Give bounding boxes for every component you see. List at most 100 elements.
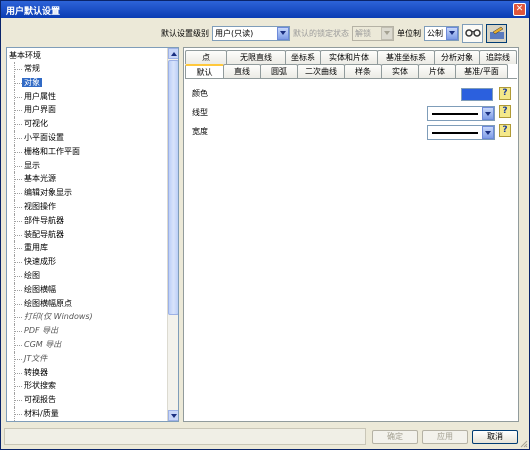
toolbar: 默认设置级别 用户(只读) 默认的锁定状态 解锁 单位制 公制 (161, 23, 507, 43)
tab-row1-1[interactable]: 无限直线 (226, 50, 286, 64)
category-tree[interactable]: 基本环境 常规 对象 用户属性用户界面可视化小平面设置栅格和工作平面 显示基本光源编辑… (6, 47, 179, 422)
tab-row2-7[interactable]: 基准/平面 (455, 64, 508, 78)
tab-row1-2[interactable]: 坐标系 (285, 50, 321, 64)
lock-select: 解锁 (352, 25, 394, 41)
color-label: 颜色 (192, 89, 208, 98)
tree-item[interactable]: 绘图横幅原点 (7, 296, 168, 311)
tree-items: 常规 对象 用户属性用户界面可视化小平面设置栅格和工作平面 显示基本光源编辑对象显示视… (7, 62, 168, 421)
tab-row2-6[interactable]: 片体 (418, 64, 456, 78)
tree-item[interactable]: 栅格和工作平面 (7, 144, 168, 159)
tree-item[interactable]: 用户界面 (7, 103, 168, 117)
tree-item[interactable]: PDF 导出 (7, 324, 168, 338)
level-select[interactable]: 用户(只读) (212, 25, 290, 41)
tree-item[interactable]: 小平面设置 (7, 130, 168, 145)
tree-item-label: 小平面设置 (24, 132, 64, 142)
eyeglasses-icon[interactable] (462, 23, 483, 43)
tree-item-label: 快速成形 (24, 257, 56, 267)
tree-item[interactable]: JT文件 (7, 351, 168, 366)
chevron-down-icon (381, 26, 393, 40)
help-icon[interactable]: ? (499, 124, 511, 137)
tab-row2-0[interactable]: 默认 (185, 64, 224, 78)
width-label: 宽度 (192, 127, 208, 136)
tree-root[interactable]: 基本环境 (9, 50, 41, 61)
chevron-down-icon[interactable] (482, 107, 494, 120)
tab-row1-0[interactable]: 点 (185, 50, 227, 64)
tree-item[interactable]: 用户属性 (7, 89, 168, 104)
title-bar: 用户默认设置 ✕ (1, 1, 529, 18)
scroll-up-icon[interactable] (168, 48, 178, 59)
tree-item-label: 打印(仅 Windows) (24, 312, 93, 322)
tree-item-label: JT文件 (24, 353, 48, 363)
tree-item-label: 形状搜索 (24, 381, 56, 391)
status-bar (4, 428, 366, 445)
tab-row1-5[interactable]: 分析对象 (434, 50, 480, 64)
tree-item[interactable]: 绘图 (7, 268, 168, 283)
tree-item-label: 转换器 (24, 367, 48, 377)
tab-row2-4[interactable]: 样条 (344, 64, 382, 78)
tab-row2-5[interactable]: 实体 (381, 64, 419, 78)
tree-item-label: 用户属性 (24, 91, 56, 101)
help-icon[interactable]: ? (499, 105, 511, 118)
tree-item[interactable]: 基本光源 (7, 172, 168, 186)
tab-row1-4[interactable]: 基准坐标系 (377, 50, 435, 64)
level-value: 用户(只读) (215, 28, 254, 38)
tab-row2-3[interactable]: 二次曲线 (297, 64, 345, 78)
chevron-down-icon[interactable] (482, 126, 494, 139)
width-preview (432, 132, 478, 134)
tree-item[interactable]: 材料/质量 (7, 406, 168, 421)
help-icon[interactable]: ? (499, 87, 511, 100)
tree-item[interactable]: 编辑对象显示 (7, 186, 168, 200)
tree-scrollbar[interactable] (167, 48, 178, 421)
chevron-down-icon[interactable] (277, 26, 289, 40)
width-select[interactable] (427, 125, 495, 140)
close-icon[interactable]: ✕ (513, 3, 526, 16)
tree-item-label: 绘图横幅原点 (24, 298, 72, 308)
tab-row1-3[interactable]: 实体和片体 (320, 50, 378, 64)
tree-item[interactable]: 重用库 (7, 241, 168, 255)
tab-row2-2[interactable]: 圆弧 (260, 64, 298, 78)
tab-row2-1[interactable]: 直线 (223, 64, 261, 78)
chevron-down-icon[interactable] (446, 26, 458, 40)
tree-item-label: 显示 (24, 160, 40, 170)
level-label: 默认设置级别 (161, 28, 209, 38)
tree-item-label: 编辑对象显示 (24, 188, 72, 198)
tab-row1-6[interactable]: 追踪线 (479, 50, 517, 64)
tree-item[interactable]: 形状搜索 (7, 379, 168, 393)
tree-item-label: 重用库 (24, 243, 48, 253)
tree-item[interactable]: 转换器 (7, 365, 168, 380)
tree-item[interactable]: 常规 (7, 62, 168, 76)
edit-icon[interactable] (486, 23, 507, 43)
tree-item[interactable]: 部件导航器 (7, 213, 168, 228)
tree-item[interactable]: CGM 导出 (7, 337, 168, 352)
color-swatch[interactable] (461, 88, 493, 101)
ok-button[interactable]: 确定 (372, 430, 418, 444)
cancel-button[interactable]: 取消 (472, 430, 518, 444)
scroll-thumb[interactable] (168, 60, 178, 315)
tree-item[interactable]: 显示 (7, 158, 168, 173)
tab-row-1: 点无限直线 坐标系 实体和片体 基准坐标系 分析对象 追踪线 (185, 50, 517, 64)
tree-item[interactable]: 视图操作 (7, 199, 168, 214)
apply-button[interactable]: 应用 (422, 430, 468, 444)
tree-item[interactable]: 快速成形 (7, 255, 168, 269)
unit-select[interactable]: 公制 (424, 25, 459, 41)
tab-row-2: 默认 直线 圆弧 二次曲线 样条 实体 片体 基准/平面 (185, 64, 508, 78)
settings-dialog: 用户默认设置 ✕ 默认设置级别 用户(只读) 默认的锁定状态 解锁 单位制 公制… (0, 0, 530, 450)
unit-label: 单位制 (397, 28, 421, 38)
linetype-select[interactable] (427, 106, 495, 121)
tree-item[interactable]: 可视化 (7, 117, 168, 131)
tree-item-label: 基本光源 (24, 174, 56, 184)
scroll-down-icon[interactable] (168, 410, 178, 421)
tree-item-label: 绘图 (24, 270, 40, 280)
tree-item[interactable]: 绘图横幅 (7, 282, 168, 297)
tree-item-label: 栅格和工作平面 (24, 146, 80, 156)
tree-item-label: 可视化 (24, 119, 48, 129)
resize-grip-icon[interactable] (520, 440, 528, 448)
tree-item-label: CGM 导出 (24, 339, 62, 349)
tree-item[interactable]: 打印(仅 Windows) (7, 310, 168, 324)
tree-item[interactable]: 对象 (7, 75, 168, 90)
tree-item[interactable]: 装配导航器 (7, 227, 168, 242)
tab-divider (185, 78, 517, 79)
lock-value: 解锁 (355, 28, 371, 38)
tree-item[interactable]: 可视报告 (7, 393, 168, 407)
lock-label: 默认的锁定状态 (293, 28, 349, 38)
